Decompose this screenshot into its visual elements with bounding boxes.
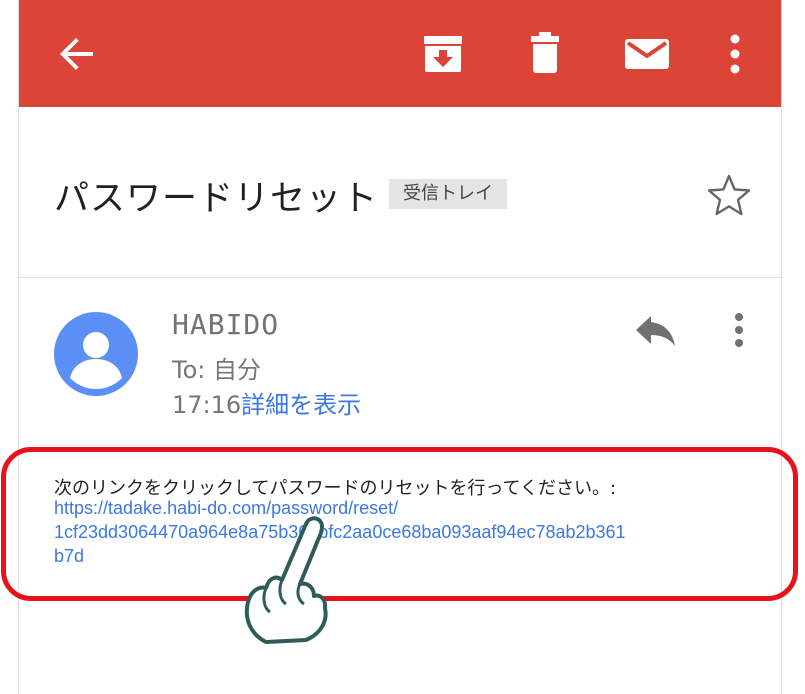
mark-unread-button[interactable]	[619, 26, 675, 82]
star-icon	[707, 174, 751, 216]
subject-row: パスワードリセット 受信トレイ	[19, 107, 781, 278]
reply-button[interactable]	[633, 310, 679, 354]
pointing-hand-icon	[244, 516, 328, 644]
time-line: 17:16詳細を表示	[172, 385, 361, 420]
person-icon	[70, 332, 122, 389]
more-options-button[interactable]	[707, 26, 763, 82]
highlight-annotation	[1, 447, 798, 601]
reply-icon	[636, 316, 675, 346]
trash-icon	[531, 32, 559, 73]
to-value: 自分	[212, 356, 261, 384]
sender-avatar	[54, 312, 138, 396]
to-prefix: To:	[172, 356, 213, 384]
show-details-link[interactable]: 詳細を表示	[241, 391, 361, 419]
top-app-bar	[19, 0, 781, 107]
recipient-line: To: 自分	[172, 350, 261, 385]
archive-button[interactable]	[415, 26, 471, 82]
message-more-button[interactable]	[727, 310, 751, 354]
star-button[interactable]	[705, 171, 753, 223]
archive-icon	[424, 36, 462, 72]
inbox-label-chip[interactable]: 受信トレイ	[389, 179, 507, 209]
email-time: 17:16	[172, 391, 242, 419]
mail-icon	[625, 39, 669, 69]
sender-name: HABIDO	[172, 308, 280, 341]
arrow-back-icon	[60, 38, 93, 70]
delete-button[interactable]	[517, 26, 573, 82]
back-button[interactable]	[49, 26, 105, 82]
more-vert-icon	[735, 313, 743, 347]
email-subject: パスワードリセット	[54, 179, 379, 219]
more-vert-icon	[730, 34, 740, 74]
